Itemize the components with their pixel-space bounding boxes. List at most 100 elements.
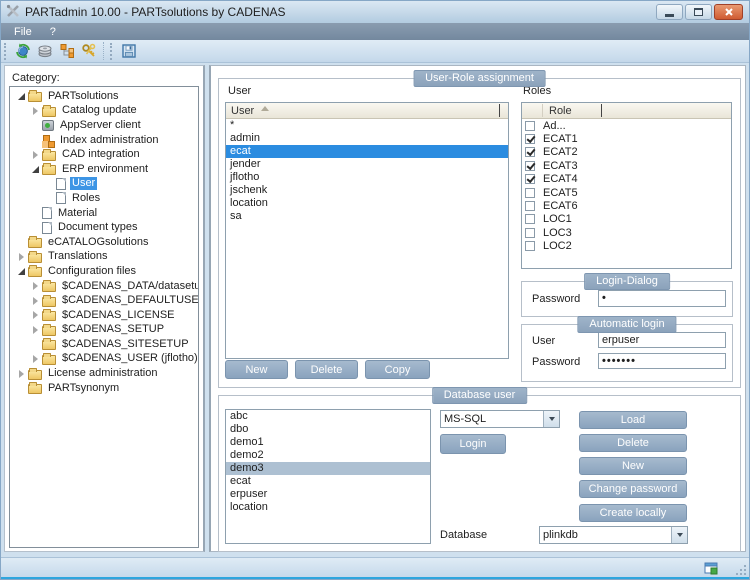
tree-item-configuration-files[interactable]: Configuration files bbox=[10, 264, 198, 279]
toolbar-grip2[interactable] bbox=[110, 43, 114, 60]
role-checkbox[interactable] bbox=[525, 161, 535, 171]
tree-item-catalog-update[interactable]: Catalog update bbox=[10, 104, 198, 119]
role-row-ecat4[interactable]: ECAT4 bbox=[522, 173, 731, 186]
minimize-button[interactable] bbox=[656, 4, 683, 20]
db-change-password-button[interactable]: Change password bbox=[579, 480, 687, 498]
role-row-ecat2[interactable]: ECAT2 bbox=[522, 146, 731, 159]
db-user-row-demo3[interactable]: demo3 bbox=[226, 462, 430, 475]
role-column-header[interactable]: Role bbox=[522, 103, 731, 119]
maximize-button[interactable] bbox=[685, 4, 712, 20]
auto-password-field[interactable]: ••••••• bbox=[598, 353, 726, 369]
db-delete-button[interactable]: Delete bbox=[579, 434, 687, 452]
user-column-header[interactable]: User bbox=[226, 103, 508, 119]
catalog-refresh-button[interactable] bbox=[12, 41, 34, 61]
db-user-row-location[interactable]: location bbox=[226, 501, 430, 514]
role-checkbox[interactable] bbox=[525, 134, 535, 144]
role-checkbox[interactable] bbox=[525, 188, 535, 198]
role-checkbox[interactable] bbox=[525, 174, 535, 184]
expand-toggle-icon[interactable] bbox=[29, 326, 42, 334]
user-row-sa[interactable]: sa bbox=[226, 210, 508, 223]
role-row-loc1[interactable]: LOC1 bbox=[522, 213, 731, 226]
tree-item-document-types[interactable]: Document types bbox=[10, 220, 198, 235]
db-user-row-ecat[interactable]: ecat bbox=[226, 475, 430, 488]
database-combobox[interactable]: plinkdb bbox=[539, 526, 688, 544]
tree-item-partsolutions[interactable]: PARTsolutions bbox=[10, 89, 198, 104]
role-row-ad[interactable]: Ad... bbox=[522, 119, 731, 132]
role-checkbox[interactable] bbox=[525, 201, 535, 211]
tree-item-cadenas-setup[interactable]: $CADENAS_SETUP bbox=[10, 323, 198, 338]
user-new-button[interactable]: New bbox=[225, 360, 288, 379]
expand-toggle-icon[interactable] bbox=[29, 297, 42, 305]
expand-toggle-icon[interactable] bbox=[29, 355, 42, 363]
role-checkbox[interactable] bbox=[525, 241, 535, 251]
db-user-row-demo1[interactable]: demo1 bbox=[226, 436, 430, 449]
user-delete-button[interactable]: Delete bbox=[295, 360, 358, 379]
save-button[interactable] bbox=[118, 41, 140, 61]
index-administration-button[interactable] bbox=[56, 41, 78, 61]
user-row-jschenk[interactable]: jschenk bbox=[226, 184, 508, 197]
menu-file[interactable]: File bbox=[5, 25, 41, 39]
catalog-update-button[interactable] bbox=[34, 41, 56, 61]
expand-toggle-icon[interactable] bbox=[15, 93, 28, 100]
menu-help[interactable]: ? bbox=[41, 25, 65, 39]
role-row-loc2[interactable]: LOC2 bbox=[522, 240, 731, 253]
tree-item-ecatalogsolutions[interactable]: eCATALOGsolutions bbox=[10, 235, 198, 250]
tree-item-appserver-client[interactable]: AppServer client bbox=[10, 118, 198, 133]
license-keys-button[interactable] bbox=[78, 41, 100, 61]
toolbar-grip[interactable] bbox=[4, 43, 8, 60]
expand-toggle-icon[interactable] bbox=[29, 166, 42, 173]
db-type-dropdown-button[interactable] bbox=[543, 411, 559, 427]
tree-item-erp-environment[interactable]: ERP environment bbox=[10, 162, 198, 177]
tree-item-cadenas-license[interactable]: $CADENAS_LICENSE bbox=[10, 308, 198, 323]
expand-toggle-icon[interactable] bbox=[15, 268, 28, 275]
role-row-ecat5[interactable]: ECAT5 bbox=[522, 186, 731, 199]
tree-item-material[interactable]: Material bbox=[10, 206, 198, 221]
role-checkbox[interactable] bbox=[525, 228, 535, 238]
tree-item-cadenas-defaultuser[interactable]: $CADENAS_DEFAULTUSER bbox=[10, 293, 198, 308]
close-button[interactable] bbox=[714, 4, 743, 20]
login-password-field[interactable]: • bbox=[598, 290, 726, 307]
tree-item-index-administration[interactable]: Index administration bbox=[10, 133, 198, 148]
role-checkbox[interactable] bbox=[525, 121, 535, 131]
db-user-row-dbo[interactable]: dbo bbox=[226, 423, 430, 436]
expand-toggle-icon[interactable] bbox=[29, 107, 42, 115]
user-row-[interactable]: * bbox=[226, 119, 508, 132]
tree-item-user[interactable]: User bbox=[10, 177, 198, 192]
db-user-row-erpuser[interactable]: erpuser bbox=[226, 488, 430, 501]
db-user-row-abc[interactable]: abc bbox=[226, 410, 430, 423]
user-copy-button[interactable]: Copy bbox=[365, 360, 430, 379]
role-checkbox[interactable] bbox=[525, 214, 535, 224]
user-row-jflotho[interactable]: jflotho bbox=[226, 171, 508, 184]
role-checkbox[interactable] bbox=[525, 147, 535, 157]
tree-item-cadenas-user-jflotho[interactable]: $CADENAS_USER (jflotho) bbox=[10, 352, 198, 367]
resize-grip[interactable] bbox=[736, 565, 746, 575]
tree-item-translations[interactable]: Translations bbox=[10, 250, 198, 265]
expand-toggle-icon[interactable] bbox=[29, 151, 42, 159]
db-user-row-demo2[interactable]: demo2 bbox=[226, 449, 430, 462]
auto-user-field[interactable]: erpuser bbox=[598, 332, 726, 348]
tree-item-cadenas-sitesetup[interactable]: $CADENAS_SITESETUP bbox=[10, 337, 198, 352]
tree-item-roles[interactable]: Roles bbox=[10, 191, 198, 206]
expand-toggle-icon[interactable] bbox=[15, 370, 28, 378]
db-new-button[interactable]: New bbox=[579, 457, 687, 475]
role-row-ecat6[interactable]: ECAT6 bbox=[522, 199, 731, 212]
user-row-location[interactable]: location bbox=[226, 197, 508, 210]
database-dropdown-button[interactable] bbox=[671, 527, 687, 543]
tree-item-partsynonym[interactable]: PARTsynonym bbox=[10, 381, 198, 396]
db-login-button[interactable]: Login bbox=[440, 434, 506, 454]
db-create-locally-button[interactable]: Create locally bbox=[579, 504, 687, 522]
db-load-button[interactable]: Load bbox=[579, 411, 687, 429]
db-type-combobox[interactable]: MS-SQL bbox=[440, 410, 560, 428]
role-row-ecat1[interactable]: ECAT1 bbox=[522, 132, 731, 145]
expand-toggle-icon[interactable] bbox=[15, 253, 28, 261]
user-row-admin[interactable]: admin bbox=[226, 132, 508, 145]
expand-toggle-icon[interactable] bbox=[29, 311, 42, 319]
role-row-loc3[interactable]: LOC3 bbox=[522, 226, 731, 239]
expand-toggle-icon[interactable] bbox=[29, 282, 42, 290]
role-row-ecat3[interactable]: ECAT3 bbox=[522, 159, 731, 172]
user-row-ecat[interactable]: ecat bbox=[226, 145, 508, 158]
user-row-jender[interactable]: jender bbox=[226, 158, 508, 171]
tree-item-cad-integration[interactable]: CAD integration bbox=[10, 147, 198, 162]
tree-item-cadenas-data-datasetup[interactable]: $CADENAS_DATA/datasetup bbox=[10, 279, 198, 294]
tree-item-license-administration[interactable]: License administration bbox=[10, 366, 198, 381]
